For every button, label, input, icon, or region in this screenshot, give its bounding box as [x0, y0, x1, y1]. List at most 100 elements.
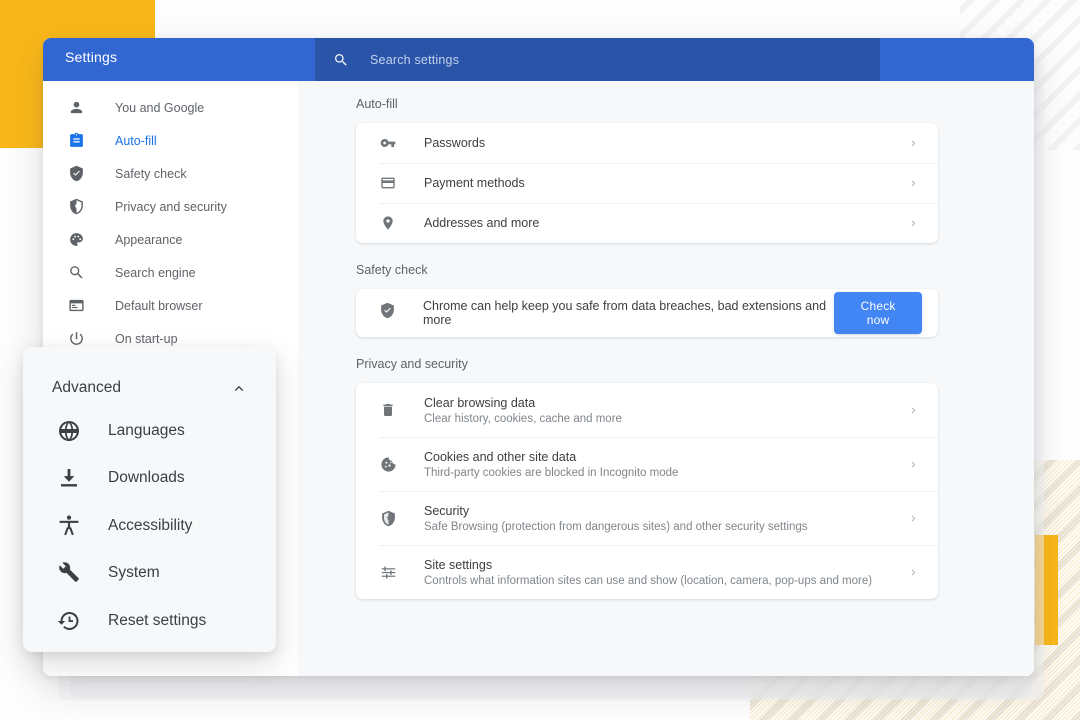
- sidebar-item-label: Appearance: [115, 232, 183, 247]
- chevron-right-icon: [911, 515, 916, 521]
- page-title: Settings: [65, 49, 118, 65]
- row-passwords[interactable]: Passwords: [356, 123, 938, 163]
- chevron-right-icon: [911, 407, 916, 413]
- person-icon: [67, 99, 85, 117]
- section-heading: Safety check: [356, 263, 428, 277]
- clipboard-icon: [67, 132, 85, 150]
- sidebar-item-safety-check[interactable]: Safety check: [43, 157, 298, 190]
- sidebar-item-label: On start-up: [115, 331, 178, 346]
- row-text: Addresses and more: [424, 214, 909, 232]
- advanced-item-label: Downloads: [108, 469, 185, 487]
- accessibility-icon: [56, 513, 82, 539]
- row-subtitle: Safe Browsing (protection from dangerous…: [424, 520, 808, 533]
- advanced-item-label: Languages: [108, 421, 185, 439]
- main-content: Auto-fill Passwords Payment methods Addr…: [298, 81, 1034, 676]
- row-site-settings[interactable]: Site settings Controls what information …: [356, 545, 938, 599]
- row-subtitle: Third-party cookies are blocked in Incog…: [424, 466, 679, 479]
- row-title: Cookies and other site data: [424, 449, 577, 464]
- auto-fill-card: Passwords Payment methods Addresses and …: [356, 123, 938, 243]
- sidebar-item-search-engine[interactable]: Search engine: [43, 256, 298, 289]
- section-heading: Auto-fill: [356, 97, 398, 111]
- row-text: Security Safe Browsing (protection from …: [424, 504, 909, 533]
- download-icon: [56, 465, 82, 491]
- globe-icon: [56, 418, 82, 444]
- safety-check-message: Chrome can help keep you safe from data …: [423, 299, 827, 327]
- shield-lock-icon: [67, 198, 85, 216]
- power-icon: [67, 330, 85, 348]
- advanced-header[interactable]: Advanced: [23, 369, 276, 407]
- advanced-title: Advanced: [52, 379, 121, 396]
- row-payment-methods[interactable]: Payment methods: [356, 163, 938, 203]
- row-cookies-and-other-site-data[interactable]: Cookies and other site data Third-party …: [356, 437, 938, 491]
- row-subtitle: Clear history, cookies, cache and more: [424, 412, 622, 425]
- trash-icon: [379, 401, 397, 419]
- row-title: Clear browsing data: [424, 395, 536, 410]
- chevron-right-icon: [911, 461, 916, 467]
- window-header: Settings: [43, 38, 1034, 81]
- shield-check-icon: [379, 302, 396, 324]
- privacy-security-card: Clear browsing data Clear history, cooki…: [356, 383, 938, 599]
- sidebar-item-appearance[interactable]: Appearance: [43, 223, 298, 256]
- wrench-icon: [56, 560, 82, 586]
- advanced-item-languages[interactable]: Languages: [23, 407, 276, 455]
- section-privacy-and-security: Privacy and security Clear browsing data…: [356, 357, 938, 599]
- row-title: Security: [424, 503, 470, 518]
- row-title: Passwords: [424, 136, 486, 150]
- sidebar-item-you-and-google[interactable]: You and Google: [43, 91, 298, 124]
- tune-sliders-icon: [379, 563, 397, 581]
- row-text: Clear browsing data Clear history, cooki…: [424, 396, 909, 425]
- row-subtitle: Controls what information sites can use …: [424, 574, 873, 587]
- cookie-icon: [379, 455, 397, 473]
- row-title: Payment methods: [424, 176, 525, 190]
- row-security[interactable]: Security Safe Browsing (protection from …: [356, 491, 938, 545]
- shield-check-icon: [67, 165, 85, 183]
- row-text: Site settings Controls what information …: [424, 558, 909, 587]
- advanced-panel: Advanced Languages Downloads Accessibili…: [23, 347, 276, 652]
- search-input[interactable]: [370, 52, 770, 67]
- screenshot-stage: Settings You and Google: [0, 0, 1080, 720]
- row-title: Site settings: [424, 557, 493, 572]
- row-text: Payment methods: [424, 174, 909, 192]
- sidebar-item-label: You and Google: [115, 100, 205, 115]
- section-heading: Privacy and security: [356, 357, 468, 371]
- row-text: Passwords: [424, 134, 909, 152]
- shield-lock-icon: [379, 509, 397, 527]
- advanced-item-label: System: [108, 564, 160, 582]
- advanced-item-system[interactable]: System: [23, 550, 276, 598]
- advanced-item-label: Accessibility: [108, 516, 193, 534]
- chevron-right-icon: [911, 569, 916, 575]
- chevron-right-icon: [911, 220, 916, 226]
- sidebar-item-label: Privacy and security: [115, 199, 227, 214]
- sidebar-item-auto-fill[interactable]: Auto-fill: [43, 124, 298, 157]
- sidebar-item-default-browser[interactable]: Default browser: [43, 289, 298, 322]
- chevron-up-icon[interactable]: [232, 381, 246, 395]
- advanced-item-accessibility[interactable]: Accessibility: [23, 502, 276, 550]
- advanced-item-label: Reset settings: [108, 611, 207, 629]
- sidebar-item-label: Default browser: [115, 298, 203, 313]
- section-auto-fill: Auto-fill Passwords Payment methods Addr…: [356, 97, 938, 243]
- search-icon: [335, 53, 347, 66]
- search-icon: [67, 264, 85, 282]
- history-restore-icon: [56, 608, 82, 634]
- section-safety-check: Safety check Chrome can help keep you sa…: [356, 263, 938, 337]
- search-bar[interactable]: [315, 38, 880, 81]
- advanced-item-downloads[interactable]: Downloads: [23, 455, 276, 503]
- safety-check-card: Chrome can help keep you safe from data …: [356, 289, 938, 337]
- row-text: Cookies and other site data Third-party …: [424, 450, 909, 479]
- credit-card-icon: [379, 174, 397, 192]
- row-title: Addresses and more: [424, 216, 540, 230]
- sidebar-item-label: Search engine: [115, 265, 196, 280]
- row-clear-browsing-data[interactable]: Clear browsing data Clear history, cooki…: [356, 383, 938, 437]
- location-pin-icon: [379, 214, 397, 232]
- sidebar-item-privacy-and-security[interactable]: Privacy and security: [43, 190, 298, 223]
- row-addresses-and-more[interactable]: Addresses and more: [356, 203, 938, 243]
- sidebar-item-label: Safety check: [115, 166, 187, 181]
- sidebar-item-label: Auto-fill: [115, 133, 157, 148]
- browser-window-icon: [67, 297, 85, 315]
- key-icon: [379, 134, 397, 152]
- palette-icon: [67, 231, 85, 249]
- chevron-right-icon: [911, 140, 916, 146]
- check-now-button[interactable]: Check now: [834, 292, 922, 334]
- chevron-right-icon: [911, 180, 916, 186]
- advanced-item-reset-settings[interactable]: Reset settings: [23, 597, 276, 645]
